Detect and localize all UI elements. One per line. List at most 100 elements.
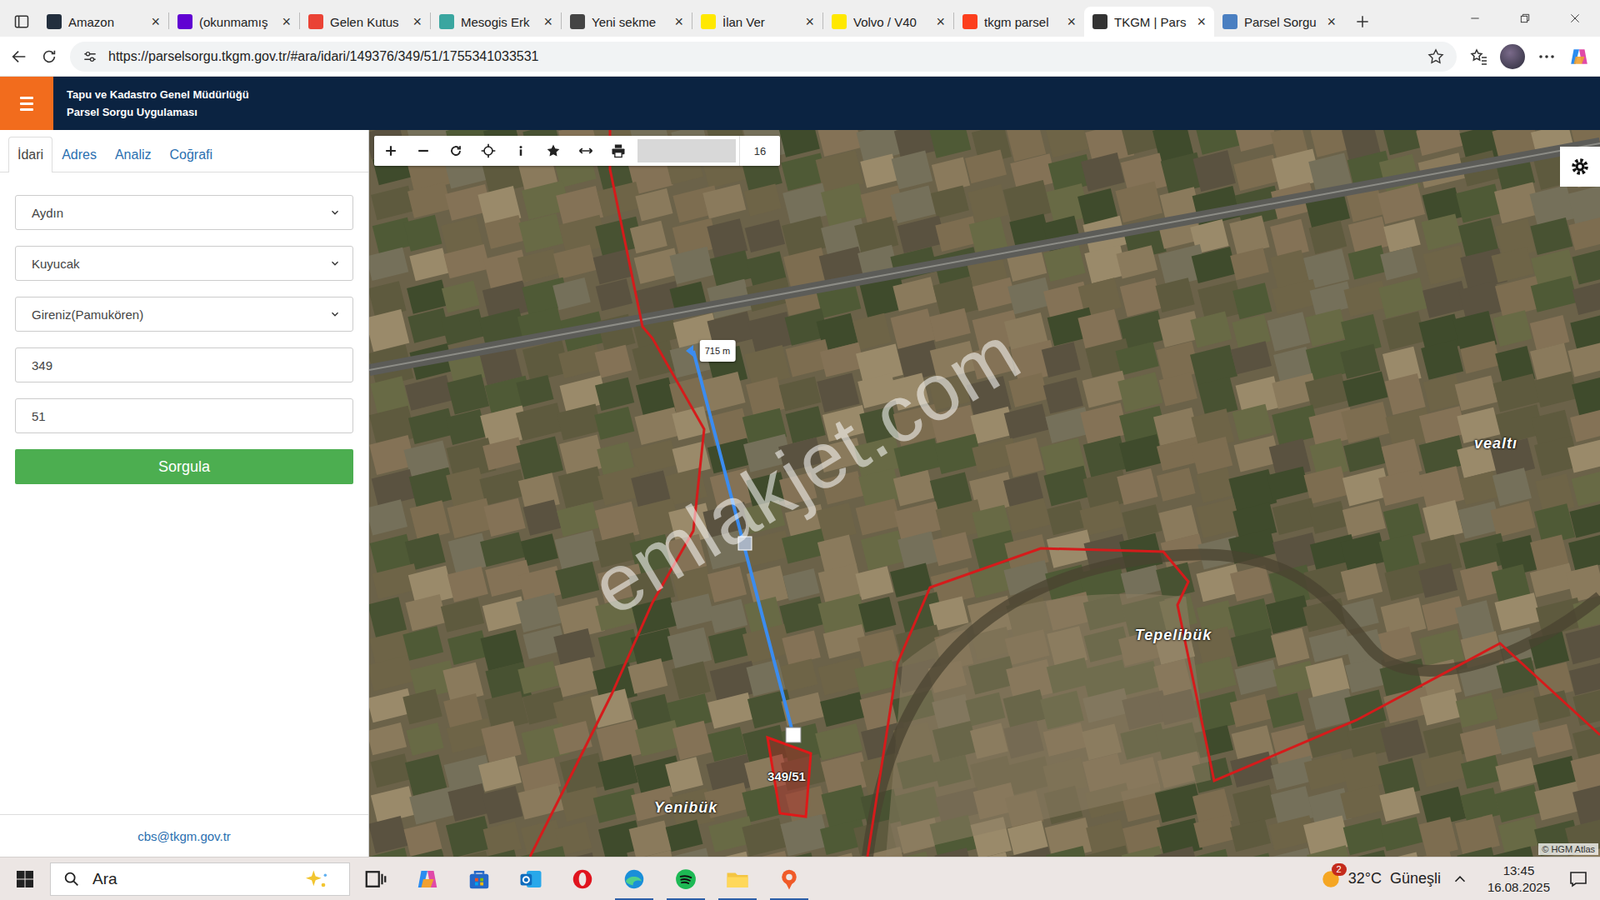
browser-tab[interactable]: Parsel Sorgu×: [1214, 6, 1345, 37]
file-explorer-icon[interactable]: [725, 866, 750, 892]
dropdown[interactable]: Kuyucak: [15, 245, 354, 281]
back-arrow-icon[interactable]: [10, 47, 29, 66]
zoom-in-icon[interactable]: [382, 142, 400, 160]
browser-tab[interactable]: tkgm parsel×: [954, 6, 1085, 37]
profile-avatar-icon[interactable]: [1500, 44, 1525, 70]
dropdown[interactable]: Gireniz(Pamukören): [15, 296, 354, 332]
browser-tab[interactable]: Amazon×: [38, 6, 169, 37]
zoom-out-icon[interactable]: [415, 142, 432, 160]
minimize-icon[interactable]: [1468, 11, 1482, 25]
gear-icon[interactable]: [1569, 155, 1591, 178]
new-tab-plus-icon[interactable]: [1354, 13, 1371, 30]
favicon-icon: [1092, 14, 1108, 30]
place-label: vealtı: [1474, 435, 1518, 453]
zoom-in-icon-svg: [382, 142, 400, 160]
browser-tab[interactable]: İlan Ver×: [692, 6, 823, 37]
gear-icon-svg: [1569, 155, 1591, 178]
favorite-star-icon[interactable]: [545, 142, 562, 160]
tab-close-button[interactable]: ×: [1326, 13, 1336, 31]
measure-arrows-icon-svg: [577, 142, 595, 160]
tab-close-button[interactable]: ×: [150, 13, 160, 31]
search-icon-svg: [62, 870, 81, 889]
tab-close-button[interactable]: ×: [543, 13, 553, 31]
copilot-icon[interactable]: [415, 866, 440, 892]
tab-close-button[interactable]: ×: [935, 13, 945, 31]
clock[interactable]: 13:4516.08.2025: [1479, 862, 1559, 896]
opera-icon[interactable]: [570, 866, 595, 892]
more-dots-icon[interactable]: [1536, 46, 1557, 67]
browser-tab[interactable]: Mesogis Erk×: [430, 6, 561, 37]
notifications-icon[interactable]: [1568, 869, 1589, 890]
measure-start-marker[interactable]: [685, 345, 694, 357]
refresh-icon[interactable]: [447, 142, 465, 160]
tab-close-button[interactable]: ×: [281, 13, 291, 31]
tray-chevron-up-icon[interactable]: [1450, 870, 1470, 889]
outlook-icon[interactable]: [518, 866, 544, 892]
query-button[interactable]: Sorgula: [15, 449, 354, 485]
menu-button[interactable]: [0, 76, 54, 130]
print-icon[interactable]: [610, 142, 627, 160]
favorites-icon[interactable]: [1468, 46, 1489, 67]
sidebar-tab[interactable]: Analiz: [105, 136, 161, 173]
app-pin-icon-svg: [776, 866, 802, 892]
measure-end-handle[interactable]: [785, 727, 801, 743]
app-pin-icon[interactable]: [776, 866, 802, 892]
tab-close-button[interactable]: ×: [674, 13, 684, 31]
chevron-down-icon: [329, 206, 341, 219]
reload-icon-svg: [40, 47, 59, 66]
browser-tab[interactable]: TKGM | Pars×: [1084, 6, 1215, 37]
search-icon: [62, 870, 81, 889]
opera-icon-svg: [570, 866, 595, 892]
site-info-icon[interactable]: [81, 48, 99, 65]
chevron-down-icon: [329, 257, 341, 270]
text-input[interactable]: 51: [15, 398, 354, 434]
search-highlight-icon-svg: [297, 867, 338, 891]
tab-close-button[interactable]: ×: [412, 13, 422, 31]
weather-widget[interactable]: 232°C Güneşli: [1320, 868, 1441, 890]
text-input[interactable]: 349: [15, 347, 354, 383]
sidebar-tab[interactable]: İdari: [8, 136, 53, 173]
browser-tab[interactable]: Volvo / V40×: [823, 6, 954, 37]
info-icon[interactable]: [512, 142, 530, 160]
locate-crosshair-icon[interactable]: [480, 142, 497, 160]
spotify-icon[interactable]: [673, 866, 699, 892]
dropdown[interactable]: Aydın: [15, 195, 354, 230]
search-highlight-icon: [297, 867, 338, 891]
browser-tab[interactable]: (okunmamış×: [169, 6, 300, 37]
store-icon[interactable]: [466, 866, 492, 892]
measure-arrows-icon[interactable]: [577, 142, 595, 160]
tab-close-button[interactable]: ×: [1196, 13, 1206, 31]
sidebar-tab[interactable]: Coğrafi: [160, 136, 223, 173]
site-info-icon-svg: [81, 48, 99, 65]
favicon-icon: [308, 14, 324, 30]
task-view-icon[interactable]: [363, 866, 389, 892]
spotify-icon-svg: [673, 866, 699, 892]
close-icon[interactable]: [1568, 11, 1582, 25]
browser-tab[interactable]: Yeni sekme×: [561, 6, 692, 37]
sidebar-tab[interactable]: Adres: [52, 136, 106, 173]
parcel-polygon[interactable]: [767, 737, 811, 817]
map[interactable]: YenibükTepelibükvealtı349/51emlakjet.com…: [369, 130, 1600, 857]
browser-tab[interactable]: Gelen Kutus×: [300, 6, 430, 37]
district-boundary: [867, 548, 1600, 857]
search-box[interactable]: [637, 139, 736, 163]
tab-close-button[interactable]: ×: [805, 13, 815, 31]
tab-close-button[interactable]: ×: [1066, 13, 1076, 31]
windows-start-icon[interactable]: [15, 869, 35, 890]
star-icon[interactable]: [1426, 47, 1445, 66]
contact-link[interactable]: cbs@tkgm.gov.tr: [137, 829, 231, 844]
edge-icon[interactable]: [621, 866, 647, 892]
favicon-icon: [1222, 14, 1238, 30]
chevron-down-icon: [329, 308, 341, 320]
zoom-out-icon-svg: [415, 142, 432, 160]
taskbar-search[interactable]: Ara: [50, 862, 350, 896]
url-field[interactable]: https://parselsorgu.tkgm.gov.tr/#ara/ida…: [70, 41, 1457, 72]
tab-actions-icon[interactable]: [13, 13, 30, 30]
reload-icon[interactable]: [40, 47, 59, 66]
copilot-icon[interactable]: [1568, 45, 1590, 68]
sidebar: İdariAdresAnalizCoğrafi Aydın Kuyucak Giren…: [0, 130, 370, 857]
settings-button[interactable]: [1560, 146, 1600, 187]
outlook-icon-svg: [518, 866, 544, 892]
map-attribution: © HGM Atlas: [1538, 843, 1599, 855]
restore-icon[interactable]: [1518, 11, 1532, 25]
